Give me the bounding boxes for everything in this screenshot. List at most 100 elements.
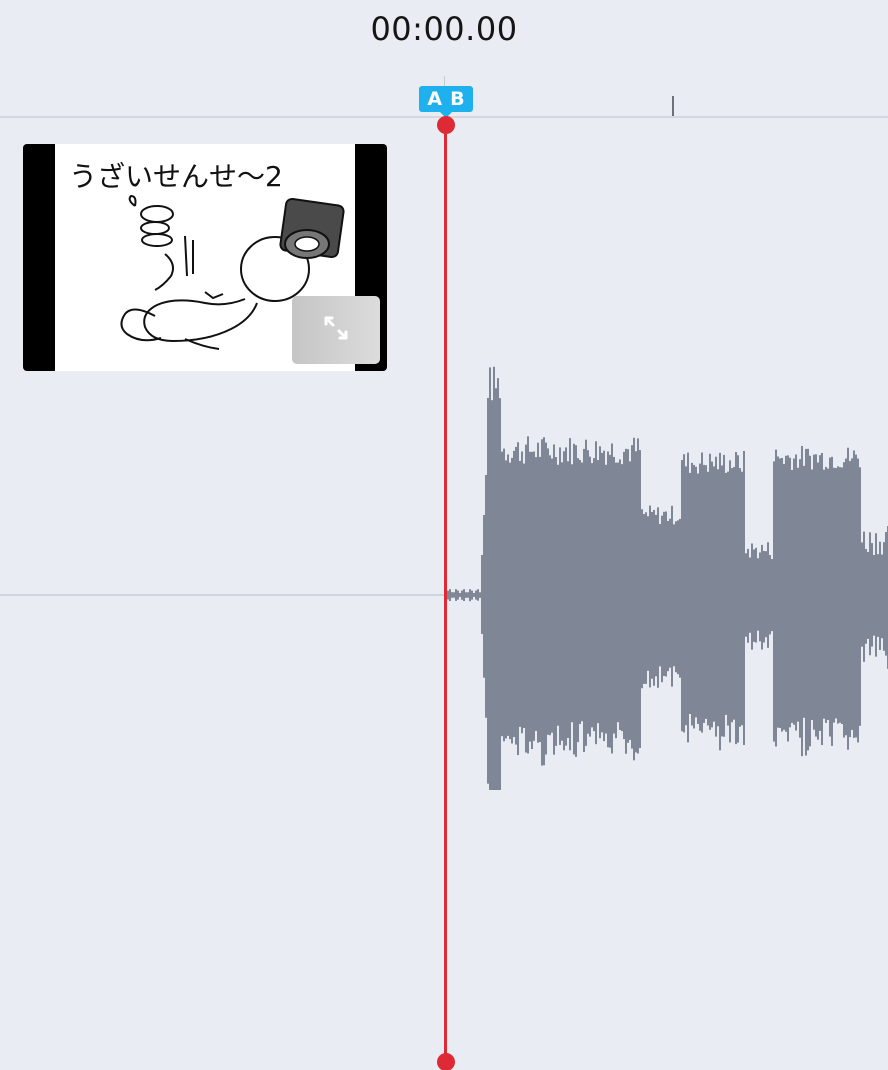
waveform-bar: [541, 439, 543, 766]
waveform-bar: [701, 452, 703, 733]
waveform-bar: [525, 444, 527, 753]
waveform-bar: [627, 449, 629, 743]
waveform-bar: [761, 544, 763, 650]
waveform-bar: [699, 463, 701, 731]
waveform-bar: [507, 454, 509, 736]
waveform-bar: [869, 532, 871, 656]
waveform-bar: [565, 447, 567, 746]
waveform-bar: [733, 466, 735, 720]
waveform-bar: [711, 461, 713, 728]
waveform-bar: [715, 456, 717, 737]
waveform-bar: [815, 454, 817, 737]
waveform-bar: [875, 533, 877, 657]
waveform-bar: [661, 515, 663, 683]
waveform-bar: [823, 469, 825, 719]
waveform-bar: [745, 553, 747, 637]
waveform-bar: [449, 589, 451, 602]
waveform-bar: [591, 463, 593, 728]
waveform-bar: [537, 442, 539, 743]
waveform-bar: [563, 451, 565, 751]
waveform-bar: [489, 367, 491, 790]
waveform-bar: [513, 450, 515, 738]
waveform-bar: [651, 511, 653, 679]
waveform-bar: [631, 445, 633, 749]
waveform-bar: [879, 541, 881, 651]
waveform-bar: [567, 461, 569, 738]
waveform-bar: [797, 467, 799, 722]
ab-loop-marker[interactable]: A B: [419, 86, 473, 118]
waveform-bar: [635, 451, 637, 753]
waveform-bar: [807, 448, 809, 751]
waveform-bar: [625, 448, 627, 754]
waveform-bar: [751, 543, 753, 650]
waveform-bar: [775, 449, 777, 747]
waveform-bar: [671, 505, 673, 687]
waveform-bar: [505, 460, 507, 739]
waveform-bar: [747, 548, 749, 643]
playhead-handle-bottom[interactable]: [437, 1053, 455, 1070]
timecode-display: 00:00.00: [370, 10, 518, 48]
waveform-bar: [859, 467, 861, 726]
waveform-bar: [865, 548, 867, 644]
waveform-bar: [619, 459, 621, 730]
waveform-bar: [731, 468, 733, 723]
waveform-bar: [599, 446, 601, 739]
thumbnail-title-text: うざいせんせ〜2: [69, 160, 283, 193]
waveform-bar: [683, 454, 685, 733]
video-clip-thumbnail[interactable]: うざいせんせ〜2: [23, 144, 387, 371]
waveform-bar: [503, 448, 505, 742]
waveform-bar: [545, 442, 547, 755]
waveform-bar: [471, 590, 473, 600]
waveform-bar: [543, 437, 545, 766]
waveform-bar: [835, 467, 837, 719]
waveform-bar: [639, 450, 641, 748]
waveform-bar: [777, 456, 779, 728]
waveform-bar: [621, 464, 623, 732]
waveform-bar: [645, 512, 647, 684]
waveform-bar: [553, 444, 555, 755]
waveform-bar: [617, 462, 619, 723]
playhead-handle-top[interactable]: [437, 116, 455, 134]
waveform-bar: [681, 460, 683, 732]
waveform-bar: [593, 458, 595, 732]
waveform-bar: [623, 451, 625, 740]
waveform-bar: [475, 590, 477, 600]
waveform-bar: [529, 451, 531, 742]
waveform-bar: [827, 468, 829, 720]
playhead-line[interactable]: [444, 124, 447, 1064]
waveform-bar: [763, 551, 765, 643]
waveform-bar: [569, 438, 571, 751]
waveform-bar: [693, 464, 695, 729]
waveform-bar: [841, 467, 843, 725]
waveform-bar: [687, 452, 689, 743]
waveform-bar: [547, 448, 549, 735]
waveform-bar: [601, 452, 603, 733]
waveform-bar: [609, 454, 611, 748]
waveform-bar: [461, 590, 463, 600]
waveform-bar: [485, 475, 487, 718]
waveform-bar: [831, 456, 833, 746]
waveform-bar: [571, 464, 573, 723]
waveform-bar: [605, 464, 607, 734]
waveform-bar: [795, 454, 797, 731]
waveform-bar: [725, 472, 727, 715]
waveform-bar: [703, 464, 705, 723]
waveform-bar: [501, 451, 503, 737]
waveform-bar: [477, 589, 479, 601]
waveform-bar: [737, 455, 739, 743]
waveform-bar: [783, 463, 785, 730]
waveform-bar: [555, 456, 557, 746]
waveform-bar: [579, 459, 581, 725]
waveform-bar: [857, 458, 859, 743]
waveform-bar: [659, 523, 661, 667]
waveform-bar: [791, 469, 793, 723]
waveform-bar: [821, 452, 823, 746]
waveform-bar: [803, 465, 805, 718]
waveform-bar: [641, 509, 643, 689]
waveform-bar: [769, 555, 771, 635]
waveform-bar: [665, 511, 667, 677]
waveform-bar: [515, 446, 517, 745]
loop-marker-b-label: B: [450, 88, 465, 110]
ruler-tick: [672, 96, 674, 116]
waveform-bar: [587, 450, 589, 734]
